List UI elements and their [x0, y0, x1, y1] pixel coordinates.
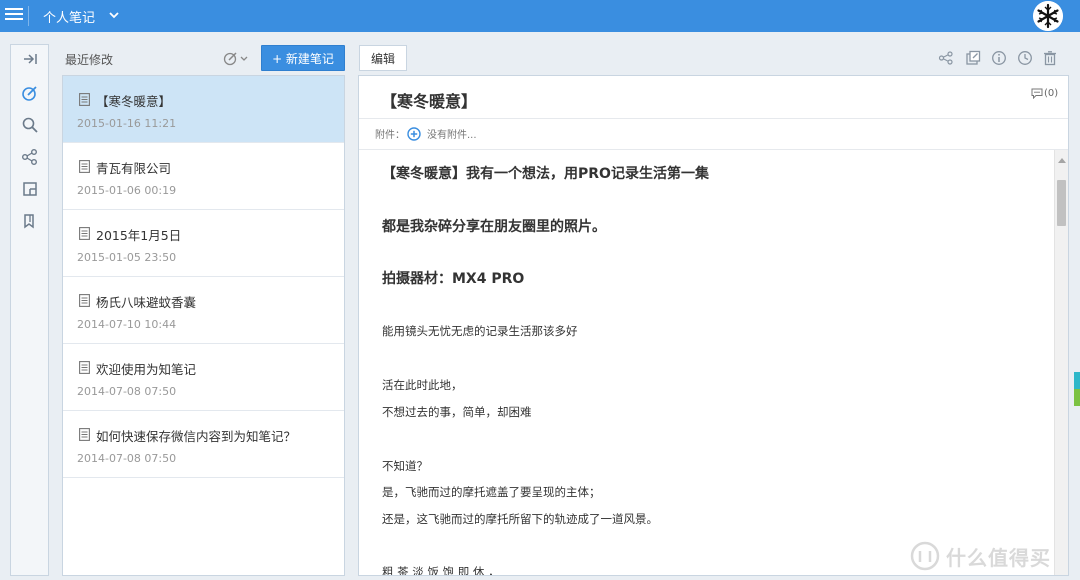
watermark: 什么值得买 [910, 541, 1051, 571]
body-line: 不想过去的事，简单，却困难 [382, 405, 532, 419]
side-feedback-tab[interactable] [1074, 372, 1080, 406]
share-icon [21, 149, 37, 165]
document-icon [79, 160, 90, 173]
document-icon [79, 227, 90, 240]
trash-icon[interactable] [1042, 50, 1058, 66]
body-line: 活在此时此地， [382, 378, 463, 392]
notebook-title[interactable]: 个人笔记 [43, 7, 95, 26]
menu-icon[interactable] [5, 6, 23, 24]
attachment-label: 附件： [375, 130, 405, 141]
note-editor: 【寒冬暖意】 (0) 附件： 没有附件... 【寒冬暖意】我有一个想法，用PRO… [358, 75, 1069, 576]
note-title: 杨氏八味避蚊香囊 [96, 295, 197, 310]
note-title: 【寒冬暖意】 [96, 94, 172, 109]
note-list: 【寒冬暖意】 2015-01-16 11:21 青瓦有限公司 2015-01-0… [62, 75, 345, 576]
note-list-item[interactable]: 欢迎使用为知笔记 2014-07-08 07:50 [63, 344, 344, 411]
note-date: 2014-07-10 10:44 [77, 318, 177, 331]
divider [359, 118, 1068, 119]
note-list-item[interactable]: 如何快速保存微信内容到为知笔记？ 2014-07-08 07:50 [63, 411, 344, 478]
sort-options-icon[interactable] [222, 49, 250, 67]
history-icon[interactable] [1017, 50, 1033, 66]
note-date: 2015-01-06 00:19 [77, 184, 177, 197]
search-icon [22, 117, 38, 133]
body-line: 都是我杂碎分享在朋友圈里的照片。 [382, 219, 606, 235]
body-line: 【寒冬暖意】我有一个想法，用PRO记录生活第一集 [382, 166, 709, 182]
note-heading: 【寒冬暖意】 [381, 92, 478, 111]
comment-count: (0) [1044, 88, 1059, 99]
info-icon[interactable] [991, 50, 1007, 66]
collapse-button[interactable] [11, 45, 48, 73]
document-icon [79, 93, 90, 106]
rail-tag-button[interactable] [11, 207, 48, 235]
watermark-logo-icon [910, 541, 940, 571]
topbar-divider [28, 6, 29, 26]
rail-search-button[interactable] [11, 111, 48, 139]
note-list-item[interactable]: 【寒冬暖意】 2015-01-16 11:21 [63, 76, 344, 143]
note-title: 青瓦有限公司 [96, 161, 172, 176]
body-line: 是，飞驰而过的摩托遮盖了要呈现的主体； [382, 485, 601, 499]
snowflake-avatar-icon [1033, 1, 1063, 31]
note-title: 如何快速保存微信内容到为知笔记？ [96, 429, 297, 444]
chevron-down-icon[interactable] [107, 8, 121, 22]
list-header-label: 最近修改 [65, 53, 114, 67]
new-note-button[interactable]: + 新建笔记 [261, 45, 345, 71]
avatar[interactable] [1033, 1, 1063, 31]
edit-button[interactable]: 编辑 [359, 45, 407, 71]
note-list-item[interactable]: 青瓦有限公司 2015-01-06 00:19 [63, 143, 344, 210]
body-line: 能用镜头无忧无虑的记录生活那该多好 [382, 324, 578, 338]
attachment-empty-text: 没有附件... [427, 130, 477, 141]
recent-edit-icon [21, 86, 37, 101]
add-attachment-icon[interactable] [407, 126, 421, 141]
rail-notebook-button[interactable] [11, 175, 48, 203]
note-title: 欢迎使用为知笔记 [96, 362, 197, 377]
note-body[interactable]: 【寒冬暖意】我有一个想法，用PRO记录生活第一集 都是我杂碎分享在朋友圈里的照片… [359, 150, 1054, 576]
comment-icon [1031, 88, 1043, 99]
note-date: 2014-07-08 07:50 [77, 452, 177, 465]
body-line: 粗 茶 淡 饭 饱 即 休 ， [382, 565, 500, 576]
share-icon[interactable] [938, 50, 954, 66]
note-date: 2015-01-16 11:21 [77, 117, 177, 130]
document-icon [79, 294, 90, 307]
note-date: 2015-01-05 23:50 [77, 251, 177, 264]
rail-recent-button[interactable] [11, 79, 48, 107]
scroll-up-arrow[interactable] [1058, 158, 1066, 163]
rail-share-button[interactable] [11, 143, 48, 171]
comments-button[interactable]: (0) [1031, 88, 1058, 99]
scroll-thumb[interactable] [1057, 180, 1066, 226]
scrollbar[interactable] [1054, 150, 1068, 575]
note-list-item[interactable]: 杨氏八味避蚊香囊 2014-07-10 10:44 [63, 277, 344, 344]
document-icon [79, 361, 90, 374]
attachment-row: 附件： 没有附件... [375, 126, 477, 141]
watermark-text: 什么值得买 [946, 545, 1051, 570]
open-external-icon[interactable] [965, 50, 981, 66]
body-line: 拍摄器材：MX4 PRO [382, 271, 525, 287]
notebook-icon [22, 182, 37, 196]
top-bar: 个人笔记 [0, 0, 1080, 32]
tag-icon [23, 214, 34, 229]
collapse-icon [23, 54, 37, 64]
document-icon [79, 428, 90, 441]
note-date: 2014-07-08 07:50 [77, 385, 177, 398]
note-list-item[interactable]: 2015年1月5日 2015-01-05 23:50 [63, 210, 344, 277]
left-icon-rail [10, 44, 49, 576]
body-line: 不知道？ [382, 459, 428, 473]
note-title: 2015年1月5日 [96, 228, 182, 243]
body-line: 还是，这飞驰而过的摩托所留下的轨迹成了一道风景。 [382, 512, 658, 526]
